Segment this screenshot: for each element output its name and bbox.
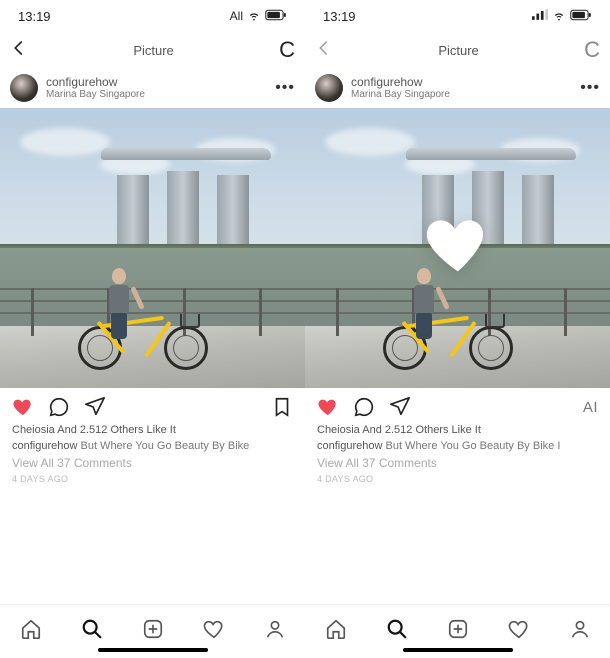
status-icons: All [230,8,287,25]
status-bar: 13:19 All [0,0,305,32]
post-header: configurehow Marina Bay Singapore ••• [0,68,305,108]
tab-new-post-icon[interactable] [142,618,164,645]
page-title: Picture [28,43,279,58]
wifi-icon [552,8,566,25]
time-ago: 4 DAYS AGO [0,472,305,492]
tab-new-post-icon[interactable] [447,618,469,645]
likes-line[interactable]: Cheiosia And 2.512 Others Like It [0,422,305,438]
comment-icon[interactable] [353,396,375,418]
post-actions: AI [305,388,610,422]
nav-bar: Picture C [305,32,610,68]
view-comments[interactable]: View All 37 Comments [305,454,610,472]
tab-home-icon[interactable] [20,618,42,645]
page-title: Picture [333,43,584,58]
share-icon[interactable] [84,396,106,418]
tab-bar [0,604,305,658]
post-username: configurehow [46,76,267,89]
home-indicator[interactable] [98,648,208,652]
caption-line[interactable]: configurehow But Where You Go Beauty By … [305,438,610,454]
tab-profile-icon[interactable] [569,618,591,645]
content-area[interactable]: configurehow Marina Bay Singapore ••• [0,68,305,658]
status-bar: 13:19 [305,0,610,32]
tab-activity-icon[interactable] [508,618,530,645]
signal-icon [532,9,548,23]
caption-username: configurehow [317,440,382,452]
post-location: Marina Bay Singapore [46,89,267,100]
caption-text: But Where You Go Beauty By Bike [77,440,249,452]
post-header: configurehow Marina Bay Singapore ••• [305,68,610,108]
phone-left: 13:19 All Picture C configurehow Marina … [0,0,305,658]
network-label: All [230,9,243,23]
battery-icon [265,9,287,24]
post-username: configurehow [351,76,572,89]
caption-text: But Where You Go Beauty By Bike I [382,440,560,452]
more-icon[interactable]: ••• [275,79,295,97]
tab-search-icon[interactable] [81,618,103,645]
likes-line[interactable]: Cheiosia And 2.512 Others Like It [305,422,610,438]
nav-bar: Picture C [0,32,305,68]
post-user-block[interactable]: configurehow Marina Bay Singapore [46,76,267,100]
content-area[interactable]: configurehow Marina Bay Singapore ••• [305,68,610,658]
back-icon[interactable] [315,39,333,62]
tab-activity-icon[interactable] [203,618,225,645]
like-icon[interactable] [317,396,339,418]
share-icon[interactable] [389,396,411,418]
status-icons [532,8,592,25]
bookmark-label[interactable]: AI [583,399,598,416]
bookmark-icon[interactable] [271,396,293,418]
home-indicator[interactable] [403,648,513,652]
status-time: 13:19 [323,9,356,24]
post-user-block[interactable]: configurehow Marina Bay Singapore [351,76,572,100]
time-ago: 4 DAYS AGO [305,472,610,492]
phone-right: 13:19 Picture C configurehow Marina Bay … [305,0,610,658]
tab-bar [305,604,610,658]
like-icon[interactable] [12,396,34,418]
back-icon[interactable] [10,39,28,62]
caption-username: configurehow [12,440,77,452]
refresh-icon[interactable]: C [584,37,600,63]
heart-overlay-icon [418,208,498,280]
post-image[interactable] [305,108,610,388]
caption-line[interactable]: configurehow But Where You Go Beauty By … [0,438,305,454]
post-actions [0,388,305,422]
avatar[interactable] [10,74,38,102]
comment-icon[interactable] [48,396,70,418]
battery-icon [570,9,592,24]
tab-home-icon[interactable] [325,618,347,645]
refresh-icon[interactable]: C [279,37,295,63]
status-time: 13:19 [18,9,51,24]
tab-search-icon[interactable] [386,618,408,645]
more-icon[interactable]: ••• [580,79,600,97]
view-comments[interactable]: View All 37 Comments [0,454,305,472]
avatar[interactable] [315,74,343,102]
tab-profile-icon[interactable] [264,618,286,645]
post-location: Marina Bay Singapore [351,89,572,100]
wifi-icon [247,8,261,25]
post-image[interactable] [0,108,305,388]
